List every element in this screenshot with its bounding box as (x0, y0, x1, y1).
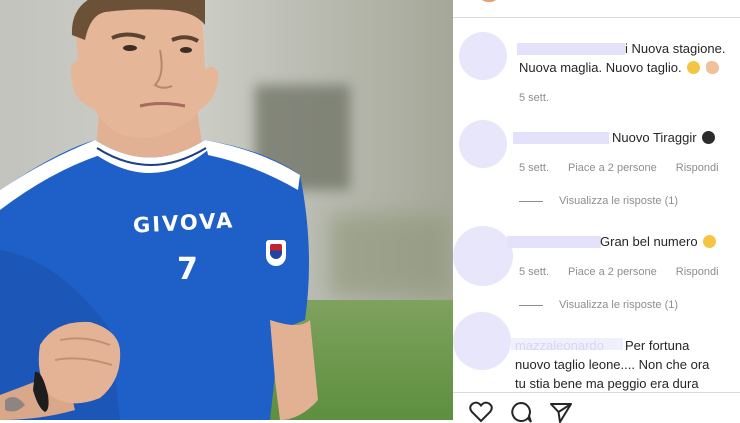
redacted-username[interactable] (517, 43, 625, 55)
view-replies-link[interactable]: Visualizza le risposte (1) (519, 299, 678, 311)
redacted-username (511, 338, 623, 350)
reply-button[interactable]: Rispondi (676, 162, 719, 174)
comment-text: Per fortuna (625, 338, 690, 353)
comment-avatar[interactable] (459, 120, 507, 168)
comment-avatar[interactable] (453, 226, 513, 286)
comments-panel: i Nuova stagione. Nuova maglia. Nuovo ta… (453, 0, 740, 423)
comment-meta: 5 sett. Piace a 2 persone Rispondi (519, 162, 735, 174)
comment-text: i Nuova stagione. (625, 41, 726, 56)
redacted-username[interactable] (513, 132, 609, 144)
emoji-smile-icon (703, 235, 717, 248)
comment-avatar[interactable] (453, 312, 511, 370)
comment-text: Nuovo Tiraggir (612, 128, 716, 147)
comment-time: 5 sett. (519, 266, 549, 278)
comment-text: Gran bel numero (600, 232, 717, 251)
emoji-bomb-icon (702, 131, 716, 144)
post-header-strip (453, 0, 740, 18)
jersey-number: 7 (177, 252, 198, 287)
comment-text-line2: Nuova maglia. Nuovo taglio. (519, 58, 719, 77)
comment-time: 5 sett. (519, 92, 549, 104)
view-replies-link[interactable]: Visualizza le risposte (1) (519, 195, 678, 207)
comment-likes-link[interactable]: Piace a 2 persone (568, 266, 657, 278)
post-actions-bar (453, 392, 740, 423)
comment-avatar[interactable] (459, 32, 507, 80)
redacted-username[interactable] (507, 236, 601, 248)
reply-button[interactable]: Rispondi (676, 266, 719, 278)
comment-meta: 5 sett. Piace a 2 persone Rispondi (519, 266, 735, 278)
comment-time: 5 sett. (519, 162, 549, 174)
comment-text-line3: tu stia bene ma peggio era dura (515, 376, 699, 391)
author-avatar[interactable] (478, 0, 500, 2)
comment-likes-link[interactable]: Piace a 2 persone (568, 162, 657, 174)
club-crest (266, 240, 286, 266)
emoji-muscle-icon (705, 61, 719, 74)
comment-text-line2: nuovo taglio leone.... Non che ora (515, 357, 710, 372)
comment-meta: 5 sett. (519, 92, 565, 104)
post-image: GIVOVA 7 (0, 0, 453, 420)
emoji-face-icon (687, 61, 701, 74)
